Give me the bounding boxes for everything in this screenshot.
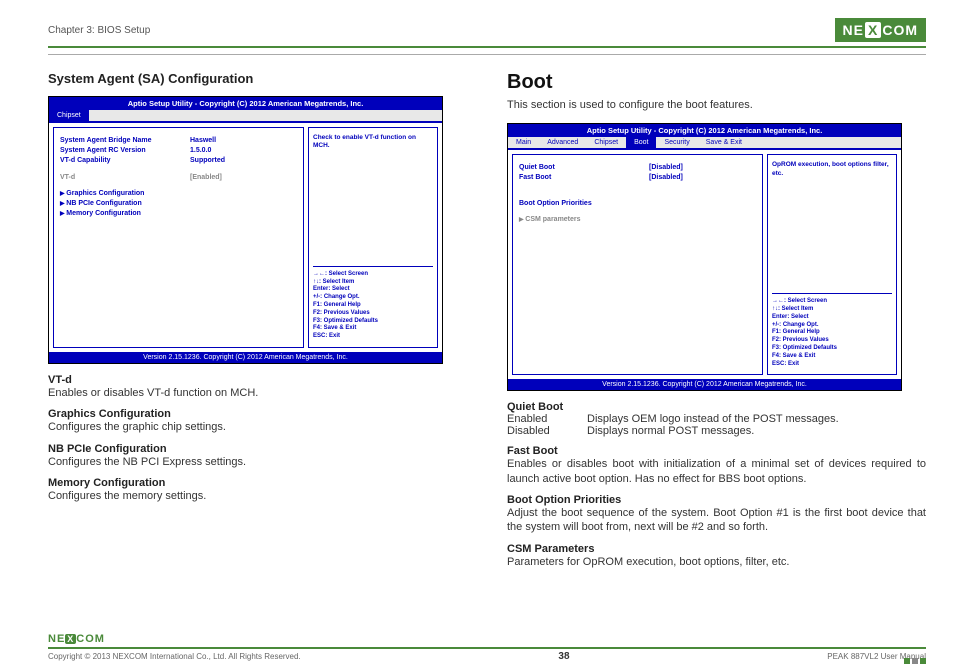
bios-row-val: [Disabled] [649,173,683,183]
bios-tab-boot: Boot [626,137,656,148]
bios-key-hint: F4: Save & Exit [313,325,433,333]
bios-tab-save: Save & Exit [698,137,750,148]
bios-tab-chipset: Chipset [49,110,89,121]
footer-logo: NEXCOM [48,633,926,645]
bios-title: Aptio Setup Utility - Copyright (C) 2012… [49,97,442,110]
corner-decoration [904,658,926,664]
chapter-label: Chapter 3: BIOS Setup [48,25,150,36]
bios-key-hint: ESC: Exit [772,361,892,369]
desc-text: Parameters for OpROM execution, boot opt… [507,555,926,569]
desc-heading: Fast Boot [507,445,926,457]
bios-sel-val: [Enabled] [190,173,222,183]
bios-row-key: System Agent Bridge Name [60,136,190,146]
bios-key-hint: F1: General Help [772,329,892,337]
desc-text: Configures the graphic chip settings. [48,420,467,434]
desc-val: Displays OEM logo instead of the POST me… [587,413,926,425]
bios-row-val: Supported [190,156,225,166]
bios-row-key: System Agent RC Version [60,146,190,156]
header-rule [48,46,926,48]
bios-key-hint: +/-: Change Opt. [772,322,892,330]
bios-key-hint: F2: Previous Values [772,337,892,345]
bios-row-val: Haswell [190,136,216,146]
page-number: 38 [558,651,569,662]
desc-text: Enables or disables VT-d function on MCH… [48,386,467,400]
desc-heading: Quiet Boot [507,401,926,413]
bios-footer: Version 2.15.1236. Copyright (C) 2012 Am… [508,379,901,390]
header-thin-rule [48,54,926,55]
bios-key-hint: F4: Save & Exit [772,353,892,361]
desc-key: Disabled [507,425,587,437]
bios-help-keys: →←: Select Screen ↑↓: Select Item Enter:… [772,293,892,368]
bios-link-csm: CSM parameters [519,215,756,225]
boot-title: Boot [507,71,926,94]
desc-heading: Boot Option Priorities [507,494,926,506]
bios-section-label: Boot Option Priorities [519,199,756,209]
bios-main-panel: Quiet Boot[Disabled] Fast Boot[Disabled]… [512,154,763,375]
bios-tab-main: Main [508,137,539,148]
bios-row-key: Quiet Boot [519,163,649,173]
bios-link-graphics: Graphics Configuration [60,189,297,199]
bios-help-keys: →←: Select Screen ↑↓: Select Item Enter:… [313,266,433,341]
bios-screenshot-sa: Aptio Setup Utility - Copyright (C) 2012… [48,96,443,364]
brand-logo: NEXCOM [835,18,926,42]
bios-key-hint: F3: Optimized Defaults [772,345,892,353]
desc-heading: NB PCIe Configuration [48,443,467,455]
bios-row-val: [Disabled] [649,163,683,173]
bios-help-text: OpROM execution, boot options filter, et… [772,161,892,178]
bios-key-hint: +/-: Change Opt. [313,294,433,302]
left-column: System Agent (SA) Configuration Aptio Se… [48,71,467,569]
bios-key-hint: F3: Optimized Defaults [313,318,433,326]
desc-heading: CSM Parameters [507,543,926,555]
desc-val: Displays normal POST messages. [587,425,926,437]
desc-text: Adjust the boot sequence of the system. … [507,506,926,535]
bios-sel-key: VT-d [60,173,190,183]
desc-text: Configures the NB PCI Express settings. [48,455,467,469]
bios-help-panel: OpROM execution, boot options filter, et… [767,154,897,375]
footer-copyright: Copyright © 2013 NEXCOM International Co… [48,652,301,661]
bios-tab-chipset: Chipset [586,137,626,148]
desc-text: Enables or disables boot with initializa… [507,457,926,486]
bios-tab-security: Security [656,137,697,148]
bios-main-panel: System Agent Bridge NameHaswell System A… [53,127,304,348]
bios-link-nbpcie: NB PCIe Configuration [60,199,297,209]
boot-descriptions: Quiet Boot EnabledDisplays OEM logo inst… [507,401,926,568]
bios-key-hint: ↑↓: Select Item [772,306,892,314]
desc-key: Enabled [507,413,587,425]
desc-heading: Graphics Configuration [48,408,467,420]
desc-heading: Memory Configuration [48,477,467,489]
bios-row-key: VT-d Capability [60,156,190,166]
bios-tabs: Chipset [49,110,442,122]
bios-key-hint: Enter: Select [772,314,892,322]
bios-key-hint: F1: General Help [313,302,433,310]
boot-intro: This section is used to configure the bo… [507,98,926,113]
bios-key-hint: F2: Previous Values [313,310,433,318]
desc-text: Configures the memory settings. [48,489,467,503]
bios-title: Aptio Setup Utility - Copyright (C) 2012… [508,124,901,137]
sa-descriptions: VT-d Enables or disables VT-d function o… [48,374,467,503]
bios-tab-advanced: Advanced [539,137,586,148]
bios-footer: Version 2.15.1236. Copyright (C) 2012 Am… [49,352,442,363]
bios-key-hint: ↑↓: Select Item [313,279,433,287]
page-footer: NEXCOM Copyright © 2013 NEXCOM Internati… [48,633,926,662]
bios-row-key: Fast Boot [519,173,649,183]
bios-key-hint: →←: Select Screen [772,298,892,306]
sa-config-title: System Agent (SA) Configuration [48,71,467,86]
bios-screenshot-boot: Aptio Setup Utility - Copyright (C) 2012… [507,123,902,391]
bios-row-val: 1.5.0.0 [190,146,211,156]
desc-heading: VT-d [48,374,467,386]
bios-key-hint: Enter: Select [313,286,433,294]
bios-key-hint: ESC: Exit [313,333,433,341]
bios-help-text: Check to enable VT-d function on MCH. [313,134,433,151]
footer-rule [48,647,926,649]
bios-help-panel: Check to enable VT-d function on MCH. →←… [308,127,438,348]
right-column: Boot This section is used to configure t… [507,71,926,569]
bios-key-hint: →←: Select Screen [313,271,433,279]
bios-link-memory: Memory Configuration [60,209,297,219]
bios-tabs: Main Advanced Chipset Boot Security Save… [508,137,901,149]
